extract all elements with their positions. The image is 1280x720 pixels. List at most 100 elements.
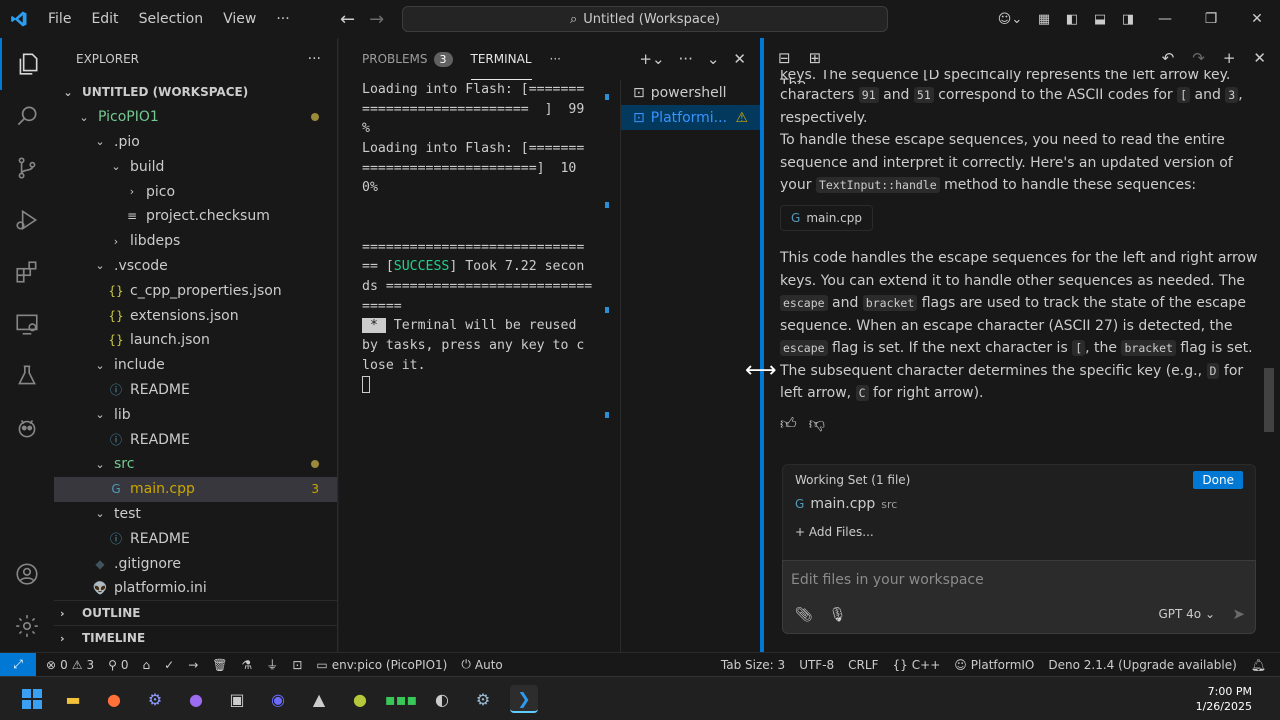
tree-item[interactable]: ⌄ build bbox=[54, 154, 337, 179]
chevron-down-icon[interactable]: ⌄ bbox=[707, 50, 720, 68]
forward-arrow-icon[interactable]: → bbox=[369, 9, 384, 30]
pio-build-icon[interactable]: ✓ bbox=[164, 658, 174, 672]
notifications-bell-icon[interactable]: 🔔︎ bbox=[1251, 658, 1266, 672]
pio-upload-icon[interactable]: → bbox=[188, 658, 198, 672]
command-center[interactable]: ⌕ Untitled (Workspace) bbox=[402, 6, 888, 32]
tree-item[interactable]: ⓘ README bbox=[54, 526, 337, 551]
close-window-icon[interactable]: ✕ bbox=[1234, 0, 1280, 38]
pio-terminal-icon[interactable]: ⊡ bbox=[292, 658, 302, 672]
accounts-icon[interactable] bbox=[0, 548, 54, 600]
pio-clean-icon[interactable]: 🗑︎ bbox=[212, 658, 227, 672]
search-icon[interactable] bbox=[0, 90, 54, 142]
manage-gear-icon[interactable] bbox=[0, 600, 54, 652]
outline-section[interactable]: › OUTLINE bbox=[54, 600, 338, 625]
tree-item[interactable]: {} c_cpp_properties.json bbox=[54, 278, 337, 303]
obs-icon[interactable]: ◉ bbox=[264, 685, 292, 713]
terminal-output[interactable]: Loading into Flash: [======= ============… bbox=[362, 80, 602, 395]
globe-app-icon[interactable]: ● bbox=[346, 685, 374, 713]
tree-item[interactable]: {} extensions.json bbox=[54, 303, 337, 328]
pio-home-icon[interactable]: ⌂ bbox=[143, 658, 151, 672]
toggle-sidebar-icon[interactable]: ◧ bbox=[1058, 12, 1086, 27]
file-reference-chip[interactable]: G main.cpp bbox=[780, 204, 873, 231]
redo-icon[interactable]: ↷ bbox=[1192, 49, 1205, 67]
tree-item[interactable]: ⌄ lib bbox=[54, 402, 337, 427]
tree-item[interactable]: ≡ project.checksum bbox=[54, 204, 337, 229]
workspace-root[interactable]: ⌄ UNTITLED (WORKSPACE) bbox=[54, 80, 337, 105]
audio-app-icon[interactable]: ▪▪▪ bbox=[385, 685, 418, 713]
eclipse-icon[interactable]: ● bbox=[182, 685, 210, 713]
chat-edit-icon[interactable]: ⊞ bbox=[809, 49, 822, 67]
app-icon[interactable]: ⚙ bbox=[141, 685, 169, 713]
new-session-icon[interactable]: + bbox=[1223, 49, 1236, 67]
tree-item[interactable]: ⌄ .vscode bbox=[54, 254, 337, 279]
chat-history-icon[interactable]: ⊟ bbox=[778, 49, 791, 67]
tab-problems[interactable]: PROBLEMS 3 bbox=[362, 38, 453, 80]
platformio-icon[interactable] bbox=[0, 402, 54, 454]
pio-monitor-icon[interactable]: ⏚ bbox=[266, 656, 278, 673]
settings-app-icon[interactable]: ⚙ bbox=[469, 685, 497, 713]
working-set-file[interactable]: G main.cpp src bbox=[795, 496, 1243, 512]
microphone-icon[interactable]: 🎙︎ bbox=[829, 607, 847, 623]
tree-item[interactable]: › libdeps bbox=[54, 229, 337, 254]
eol-status[interactable]: CRLF bbox=[848, 658, 878, 672]
terminal-more-icon[interactable]: ··· bbox=[679, 50, 693, 68]
send-icon[interactable]: ➤ bbox=[1232, 605, 1245, 623]
tree-item[interactable]: ⌄ src bbox=[54, 452, 337, 477]
ports-status[interactable]: ⚲ 0 bbox=[108, 658, 128, 672]
platformio-status[interactable]: ☺ PlatformIO bbox=[954, 658, 1034, 672]
tree-item[interactable]: Gmain.cpp 3 bbox=[54, 476, 337, 502]
run-debug-icon[interactable] bbox=[0, 194, 54, 246]
panel-more-icon[interactable]: ··· bbox=[550, 52, 561, 66]
tab-size-status[interactable]: Tab Size: 3 bbox=[721, 658, 785, 672]
tree-item[interactable]: 👽 platformio.ini bbox=[54, 576, 337, 601]
add-files-button[interactable]: + Add Files... bbox=[795, 525, 1243, 539]
windows-start-icon[interactable] bbox=[18, 685, 46, 713]
firefox-icon[interactable]: ● bbox=[100, 685, 128, 713]
chrome-like-icon[interactable]: ◐ bbox=[428, 685, 456, 713]
restore-icon[interactable]: ❐ bbox=[1188, 0, 1234, 38]
thumbs-down-icon[interactable]: 👎︎ bbox=[809, 413, 825, 436]
close-chat-icon[interactable]: ✕ bbox=[1253, 49, 1266, 67]
back-arrow-icon[interactable]: ← bbox=[340, 9, 355, 30]
tree-item[interactable]: › pico bbox=[54, 179, 337, 204]
menu-file[interactable]: File bbox=[38, 11, 81, 27]
terminal-item-platformio[interactable]: ⊡ Platformi... ⚠ bbox=[621, 105, 760, 130]
system-clock[interactable]: 7:00 PM 1/26/2025 bbox=[1196, 684, 1252, 714]
menu-edit[interactable]: Edit bbox=[81, 11, 128, 27]
vscode-taskbar-icon[interactable]: ❯ bbox=[510, 685, 538, 713]
pio-env-switch[interactable]: ▭ env:pico (PicoPIO1) bbox=[316, 658, 447, 672]
tree-item[interactable]: ⓘ README bbox=[54, 378, 337, 403]
explorer-more-icon[interactable]: ··· bbox=[308, 51, 321, 67]
tree-item[interactable]: {} launch.json bbox=[54, 328, 337, 353]
tree-item[interactable]: ⌄ include bbox=[54, 353, 337, 378]
menu-selection[interactable]: Selection bbox=[129, 11, 214, 27]
port-auto[interactable]: ⏻ Auto bbox=[461, 657, 502, 672]
remote-icon[interactable]: ⤢ bbox=[0, 652, 36, 677]
inkscape-icon[interactable]: ▲ bbox=[305, 685, 333, 713]
tree-item[interactable]: ⌄ PicoPIO1 bbox=[54, 105, 337, 130]
terminal-item-powershell[interactable]: ⊡ powershell bbox=[621, 80, 760, 105]
explorer-icon[interactable] bbox=[0, 38, 54, 90]
new-terminal-icon[interactable]: +⌄ bbox=[639, 50, 664, 68]
thumbs-up-icon[interactable]: 👍︎ bbox=[780, 413, 797, 436]
model-picker[interactable]: GPT 4o ⌄ bbox=[1158, 607, 1215, 621]
minimize-icon[interactable]: — bbox=[1142, 0, 1188, 38]
tree-item[interactable]: ◆ .gitignore bbox=[54, 551, 337, 576]
remote-explorer-icon[interactable] bbox=[0, 298, 54, 350]
attach-icon[interactable]: 📎︎ bbox=[795, 607, 813, 623]
chat-scrollbar[interactable] bbox=[1264, 368, 1274, 432]
customize-layout-icon[interactable]: ▦ bbox=[1030, 12, 1058, 27]
tab-terminal[interactable]: TERMINAL bbox=[470, 38, 532, 80]
done-button[interactable]: Done bbox=[1193, 471, 1243, 489]
deno-status[interactable]: Deno 2.1.4 (Upgrade available) bbox=[1048, 658, 1236, 672]
toggle-secondary-sidebar-icon[interactable]: ◨ bbox=[1114, 12, 1142, 27]
tree-item[interactable]: ⓘ README bbox=[54, 427, 337, 452]
encoding-status[interactable]: UTF-8 bbox=[799, 658, 834, 672]
source-control-icon[interactable] bbox=[0, 142, 54, 194]
timeline-section[interactable]: › TIMELINE bbox=[54, 625, 338, 650]
menu-more[interactable]: ··· bbox=[266, 11, 299, 27]
testing-icon[interactable] bbox=[0, 350, 54, 402]
toggle-panel-icon[interactable]: ⬓ bbox=[1086, 12, 1114, 27]
language-status[interactable]: {} C++ bbox=[892, 658, 940, 672]
extensions-icon[interactable] bbox=[0, 246, 54, 298]
